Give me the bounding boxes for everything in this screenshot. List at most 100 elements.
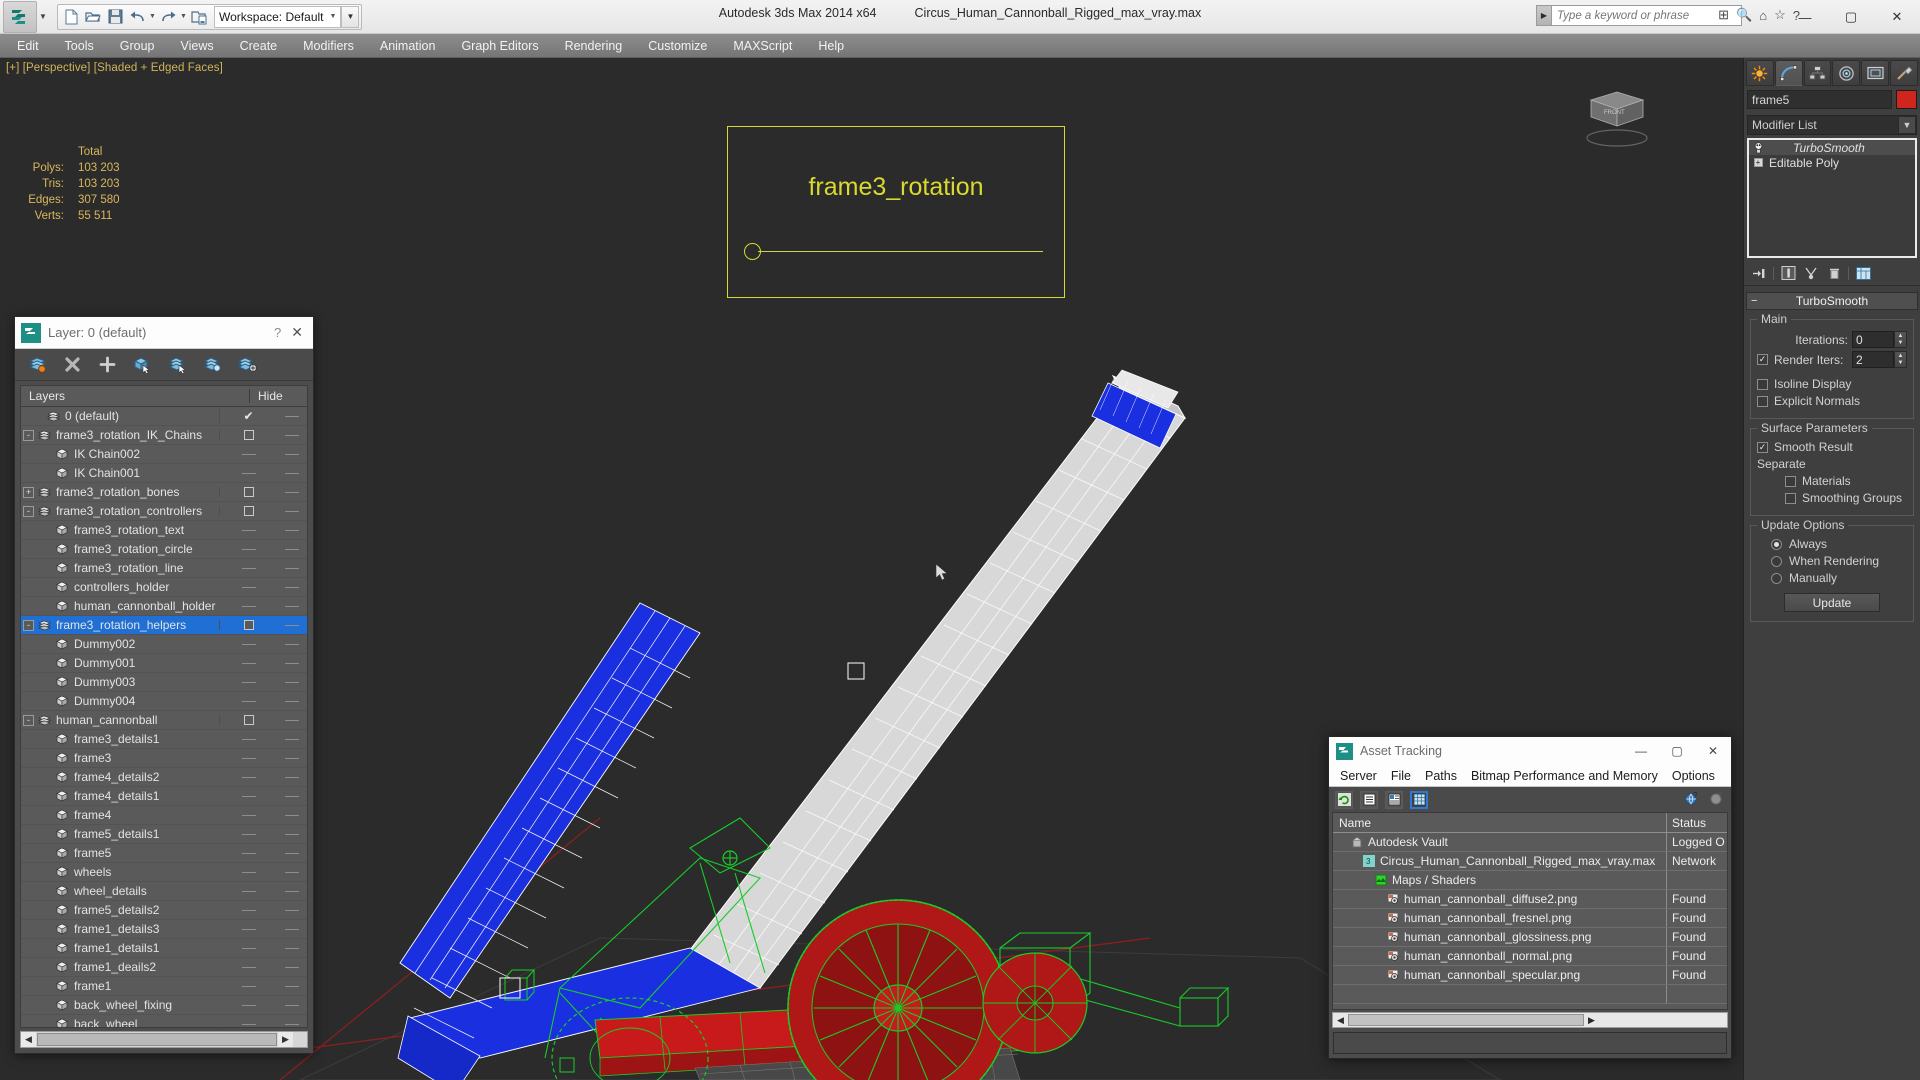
asset-row[interactable]: human_cannonball_specular.png Found: [1333, 966, 1727, 985]
grid-view-icon[interactable]: [1410, 790, 1428, 809]
hide-cell[interactable]: [219, 620, 277, 630]
help-icon[interactable]: ?: [1710, 791, 1725, 809]
scroll-left-icon[interactable]: ◀: [21, 1032, 36, 1047]
motion-tab[interactable]: [1832, 60, 1861, 86]
hide-cell-secondary[interactable]: [277, 776, 307, 778]
show-end-result-icon[interactable]: [1779, 265, 1797, 281]
hide-cell-secondary[interactable]: [277, 795, 307, 797]
scroll-right-icon[interactable]: ▶: [278, 1032, 293, 1047]
spinner-arrows-icon[interactable]: ▲ ▼: [1894, 331, 1907, 348]
modifier-stack-item-editable-poly[interactable]: + Editable Poly: [1749, 155, 1915, 170]
hide-cell[interactable]: [219, 795, 277, 797]
hide-cell[interactable]: [219, 909, 277, 911]
render-iters-spinner[interactable]: 2 ▲ ▼: [1852, 351, 1907, 368]
object-color-swatch[interactable]: [1896, 90, 1917, 109]
maximize-button[interactable]: ▢: [1828, 0, 1874, 34]
layer-row[interactable]: frame4_details2: [21, 768, 307, 787]
hide-cell[interactable]: [219, 776, 277, 778]
asset-menu-options[interactable]: Options: [1665, 769, 1722, 783]
hide-cell[interactable]: [219, 662, 277, 664]
layer-row[interactable]: IK Chain002: [21, 445, 307, 464]
layer-row[interactable]: human_cannonball_holder: [21, 597, 307, 616]
hide-cell[interactable]: [219, 681, 277, 683]
hide-cell[interactable]: [219, 715, 277, 725]
asset-row-container[interactable]: Autodesk Vault Logged O 3 Circus_Human_Cann…: [1333, 833, 1727, 1004]
asset-menu-file[interactable]: File: [1384, 769, 1418, 783]
hide-cell-secondary[interactable]: [277, 681, 307, 683]
highlight-selected-objects-icon[interactable]: [202, 355, 222, 375]
layer-row[interactable]: frame1: [21, 977, 307, 996]
layer-row[interactable]: wheels: [21, 863, 307, 882]
hide-cell-secondary[interactable]: [277, 472, 307, 474]
always-radio[interactable]: [1771, 538, 1782, 550]
asset-menu-paths[interactable]: Paths: [1418, 769, 1464, 783]
remove-modifier-icon[interactable]: [1825, 265, 1843, 281]
add-layer-icon[interactable]: [97, 355, 117, 375]
asset-row[interactable]: human_cannonball_diffuse2.png Found: [1333, 890, 1727, 909]
chevron-down-icon[interactable]: ▼: [1898, 116, 1916, 134]
menu-edit[interactable]: Edit: [4, 35, 52, 57]
workspace-dropdown-button[interactable]: ▼: [341, 5, 360, 28]
command-panel[interactable]: frame5 Modifier List ▼ TurboSmooth + Edi…: [1743, 58, 1920, 1080]
view-cube[interactable]: FRONT: [1573, 86, 1653, 156]
hide-cell-secondary[interactable]: [277, 415, 307, 417]
hide-cell[interactable]: [219, 472, 277, 474]
hide-checkbox[interactable]: [243, 506, 254, 516]
hide-cell-secondary[interactable]: [277, 510, 307, 512]
layer-dialog-help-button[interactable]: ?: [274, 325, 291, 340]
hide-cell[interactable]: [219, 947, 277, 949]
collapse-icon[interactable]: -: [23, 429, 34, 441]
select-highlighted-objects-icon[interactable]: [167, 355, 187, 375]
hide-cell[interactable]: [219, 529, 277, 531]
hide-cell[interactable]: [219, 506, 277, 516]
controller-circle[interactable]: [744, 243, 761, 260]
when-rendering-radio[interactable]: [1771, 555, 1782, 567]
list-view-icon[interactable]: [1360, 790, 1378, 809]
hide-cell-secondary[interactable]: [277, 928, 307, 930]
asset-tracking-dialog[interactable]: Asset Tracking — ▢ ✕ Server File Paths B…: [1328, 736, 1732, 1059]
new-layer-icon[interactable]: [27, 355, 47, 375]
hierarchy-tab[interactable]: [1803, 60, 1832, 86]
asset-menu-bitmap-performance[interactable]: Bitmap Performance and Memory: [1464, 769, 1665, 783]
layer-row[interactable]: frame3: [21, 749, 307, 768]
help-globe-icon[interactable]: ?: [1685, 791, 1700, 809]
layer-row[interactable]: Dummy001: [21, 654, 307, 673]
layer-row[interactable]: frame1_details1: [21, 939, 307, 958]
asset-scroll-thumb[interactable]: [1348, 1014, 1584, 1026]
hide-cell[interactable]: [219, 833, 277, 835]
redo-dropdown-icon[interactable]: ▼: [179, 13, 188, 20]
iterations-spinner[interactable]: 0 ▲ ▼: [1852, 331, 1907, 348]
layer-row[interactable]: frame1_deails2: [21, 958, 307, 977]
layer-dialog-close-icon[interactable]: ✕: [291, 324, 307, 341]
layer-row[interactable]: back_wheel: [21, 1015, 307, 1027]
explicit-normals-checkbox[interactable]: [1757, 395, 1768, 407]
layer-row[interactable]: - frame3_rotation_controllers: [21, 502, 307, 521]
hide-cell-secondary[interactable]: [277, 434, 307, 436]
hide-cell-secondary[interactable]: [277, 624, 307, 626]
search-box[interactable]: ▶: [1536, 5, 1742, 26]
undo-dropdown-icon[interactable]: ▼: [148, 13, 157, 20]
plus-box-icon[interactable]: +: [1751, 158, 1765, 167]
layer-row[interactable]: - human_cannonball: [21, 711, 307, 730]
menu-views[interactable]: Views: [167, 35, 226, 57]
undo-icon[interactable]: [126, 6, 148, 28]
render-iters-value[interactable]: 2: [1852, 351, 1894, 368]
asset-minimize-button[interactable]: —: [1623, 737, 1659, 765]
project-folder-icon[interactable]: [188, 6, 210, 28]
rollout-header[interactable]: − TurboSmooth: [1746, 292, 1918, 310]
smooth-result-checkbox[interactable]: ✓: [1757, 441, 1768, 453]
rotation-controller-gizmo[interactable]: frame3_rotation: [727, 126, 1065, 298]
hide-cell-secondary[interactable]: [277, 909, 307, 911]
asset-row[interactable]: human_cannonball_fresnel.png Found: [1333, 909, 1727, 928]
hide-cell-secondary[interactable]: [277, 567, 307, 569]
minimize-button[interactable]: —: [1782, 0, 1828, 34]
configure-modifier-sets-icon[interactable]: [1854, 265, 1872, 281]
layer-row[interactable]: + frame3_rotation_bones: [21, 483, 307, 502]
menu-maxscript[interactable]: MAXScript: [720, 35, 805, 57]
hide-cell-secondary[interactable]: [277, 1023, 307, 1025]
hide-cell[interactable]: [219, 1023, 277, 1025]
hide-cell[interactable]: ✔: [219, 409, 277, 423]
save-file-icon[interactable]: [104, 6, 126, 28]
layer-row[interactable]: frame5_details1: [21, 825, 307, 844]
rollout-collapse-icon[interactable]: −: [1751, 295, 1757, 307]
